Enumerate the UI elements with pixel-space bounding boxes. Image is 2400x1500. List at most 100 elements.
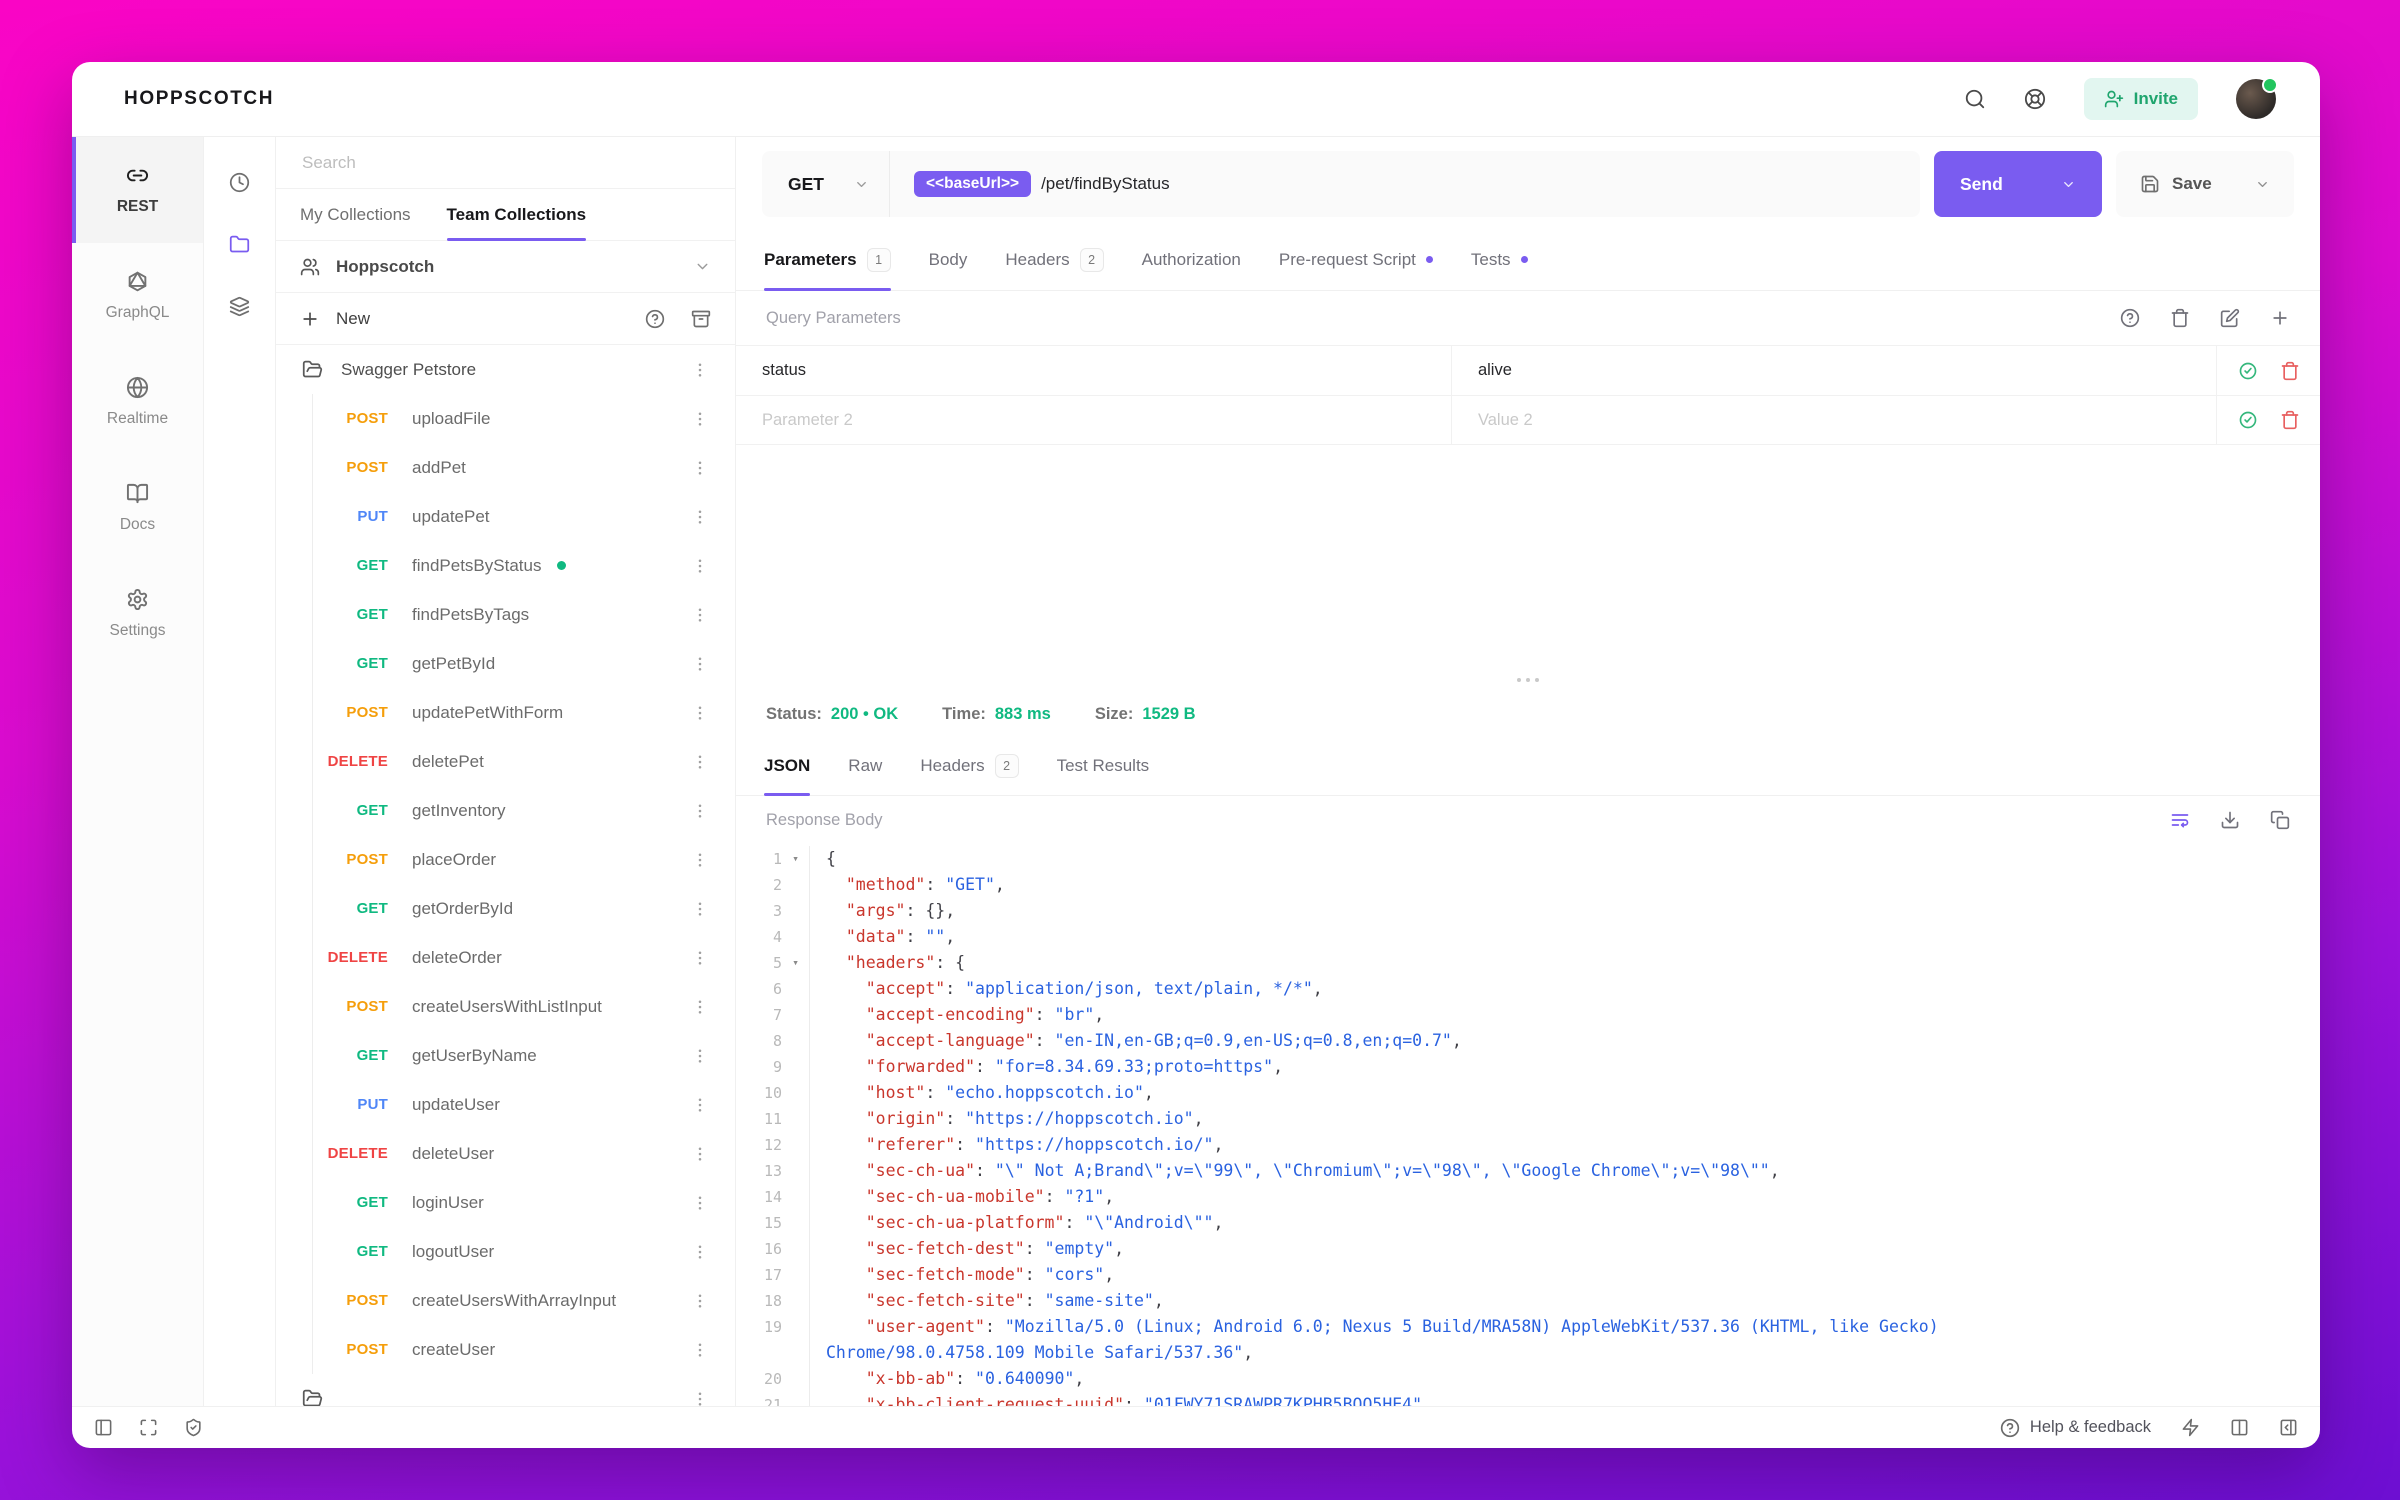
tab-body[interactable]: Body	[929, 229, 968, 290]
request-item-getpetbyid[interactable]: GET getPetById	[276, 639, 735, 688]
more-options-icon[interactable]	[691, 998, 709, 1016]
more-options-icon[interactable]	[691, 1292, 709, 1310]
request-item-logoutuser[interactable]: GET logoutUser	[276, 1227, 735, 1276]
more-options-icon[interactable]	[691, 802, 709, 820]
more-options-icon[interactable]	[691, 1047, 709, 1065]
more-options-icon[interactable]	[691, 1341, 709, 1359]
support-icon[interactable]	[2024, 88, 2046, 110]
search-input[interactable]	[300, 151, 711, 174]
resize-handle[interactable]	[1517, 678, 1539, 682]
search-icon[interactable]	[1964, 88, 1986, 110]
subnav-environments[interactable]	[204, 275, 275, 337]
shortcuts-icon[interactable]	[2181, 1418, 2200, 1437]
collection-folder-partial[interactable]	[276, 1374, 735, 1406]
delete-param-icon[interactable]	[2280, 361, 2300, 381]
collapse-right-panel-icon[interactable]	[2279, 1418, 2298, 1437]
download-icon[interactable]	[2220, 810, 2240, 830]
wrap-lines-icon[interactable]	[2170, 810, 2190, 830]
nav-item-settings[interactable]: Settings	[72, 561, 203, 667]
collection-folder[interactable]: Swagger Petstore	[276, 345, 735, 394]
more-options-icon[interactable]	[691, 459, 709, 477]
tab-headers[interactable]: Headers 2	[920, 736, 1019, 795]
help-icon[interactable]	[645, 309, 665, 329]
more-options-icon[interactable]	[691, 508, 709, 526]
request-item-deletepet[interactable]: DELETE deletePet	[276, 737, 735, 786]
help-icon[interactable]	[2120, 308, 2140, 328]
param-key[interactable]: Parameter 2	[736, 396, 1452, 444]
request-item-findpetsbystatus[interactable]: GET findPetsByStatus	[276, 541, 735, 590]
subnav-history[interactable]	[204, 151, 275, 213]
url-input[interactable]: <<baseUrl>> /pet/findByStatus	[890, 151, 1920, 217]
request-item-uploadfile[interactable]: POST uploadFile	[276, 394, 735, 443]
nav-item-docs[interactable]: Docs	[72, 455, 203, 561]
invite-button[interactable]: Invite	[2083, 78, 2198, 120]
request-item-findpetsbytags[interactable]: GET findPetsByTags	[276, 590, 735, 639]
request-item-addpet[interactable]: POST addPet	[276, 443, 735, 492]
more-options-icon[interactable]	[691, 606, 709, 624]
more-options-icon[interactable]	[691, 1243, 709, 1261]
more-options-icon[interactable]	[691, 704, 709, 722]
request-item-deleteuser[interactable]: DELETE deleteUser	[276, 1129, 735, 1178]
more-options-icon[interactable]	[691, 410, 709, 428]
more-options-icon[interactable]	[691, 1390, 709, 1407]
team-selector[interactable]: Hoppscotch	[276, 241, 735, 293]
more-options-icon[interactable]	[691, 361, 709, 379]
new-collection-label[interactable]: New	[336, 309, 370, 329]
expand-icon[interactable]	[139, 1418, 158, 1437]
tab-my-collections[interactable]: My Collections	[300, 189, 411, 240]
more-options-icon[interactable]	[691, 557, 709, 575]
request-item-loginuser[interactable]: GET loginUser	[276, 1178, 735, 1227]
column-layout-icon[interactable]	[2230, 1418, 2249, 1437]
tab-json[interactable]: JSON	[764, 736, 811, 796]
more-options-icon[interactable]	[691, 1096, 709, 1114]
tab-authorization[interactable]: Authorization	[1142, 229, 1241, 290]
tab-tests[interactable]: Tests	[1471, 229, 1528, 290]
request-item-deleteorder[interactable]: DELETE deleteOrder	[276, 933, 735, 982]
delete-all-icon[interactable]	[2170, 308, 2190, 328]
param-key[interactable]: status	[736, 346, 1452, 395]
tab-raw[interactable]: Raw	[848, 736, 882, 795]
method-selector[interactable]: GET	[762, 151, 890, 217]
add-param-icon[interactable]	[2270, 308, 2290, 328]
avatar[interactable]	[2236, 77, 2278, 119]
more-options-icon[interactable]	[691, 851, 709, 869]
subnav-collections[interactable]	[204, 213, 275, 275]
param-value[interactable]: alive	[1452, 346, 2216, 395]
send-button[interactable]: Send	[1934, 151, 2102, 217]
nav-item-graphql[interactable]: GraphQL	[72, 243, 203, 349]
bulk-edit-icon[interactable]	[2220, 308, 2240, 328]
help-feedback-button[interactable]: Help & feedback	[2000, 1418, 2151, 1438]
more-options-icon[interactable]	[691, 1194, 709, 1212]
response-body-code[interactable]: 1 ▾{2 "method": "GET", 3 "args": {}, 4 "dat…	[736, 844, 2320, 1406]
request-item-getuserbyname[interactable]: GET getUserByName	[276, 1031, 735, 1080]
interceptor-icon[interactable]	[184, 1418, 203, 1437]
more-options-icon[interactable]	[691, 900, 709, 918]
toggle-param-icon[interactable]	[2238, 361, 2258, 381]
request-item-placeorder[interactable]: POST placeOrder	[276, 835, 735, 884]
request-item-updatepetwithform[interactable]: POST updatePetWithForm	[276, 688, 735, 737]
toggle-param-icon[interactable]	[2238, 410, 2258, 430]
tab-parameters[interactable]: Parameters 1	[764, 229, 891, 291]
save-button[interactable]: Save	[2116, 151, 2294, 217]
request-item-getorderbyid[interactable]: GET getOrderById	[276, 884, 735, 933]
request-item-updatepet[interactable]: PUT updatePet	[276, 492, 735, 541]
request-item-createuser[interactable]: POST createUser	[276, 1325, 735, 1374]
more-options-icon[interactable]	[691, 1145, 709, 1163]
param-value[interactable]: Value 2	[1452, 396, 2216, 444]
more-options-icon[interactable]	[691, 655, 709, 673]
more-options-icon[interactable]	[691, 949, 709, 967]
tab-team-collections[interactable]: Team Collections	[446, 189, 586, 241]
tab-test-results[interactable]: Test Results	[1057, 736, 1150, 795]
copy-icon[interactable]	[2270, 810, 2290, 830]
import-export-icon[interactable]	[691, 309, 711, 329]
tab-headers[interactable]: Headers 2	[1005, 229, 1104, 290]
nav-item-rest[interactable]: REST	[72, 137, 203, 243]
plus-icon[interactable]	[300, 309, 320, 329]
more-options-icon[interactable]	[691, 753, 709, 771]
nav-item-realtime[interactable]: Realtime	[72, 349, 203, 455]
request-item-updateuser[interactable]: PUT updateUser	[276, 1080, 735, 1129]
request-item-createuserswithlistinput[interactable]: POST createUsersWithListInput	[276, 982, 735, 1031]
delete-param-icon[interactable]	[2280, 410, 2300, 430]
toggle-sidebar-icon[interactable]	[94, 1418, 113, 1437]
request-item-getinventory[interactable]: GET getInventory	[276, 786, 735, 835]
